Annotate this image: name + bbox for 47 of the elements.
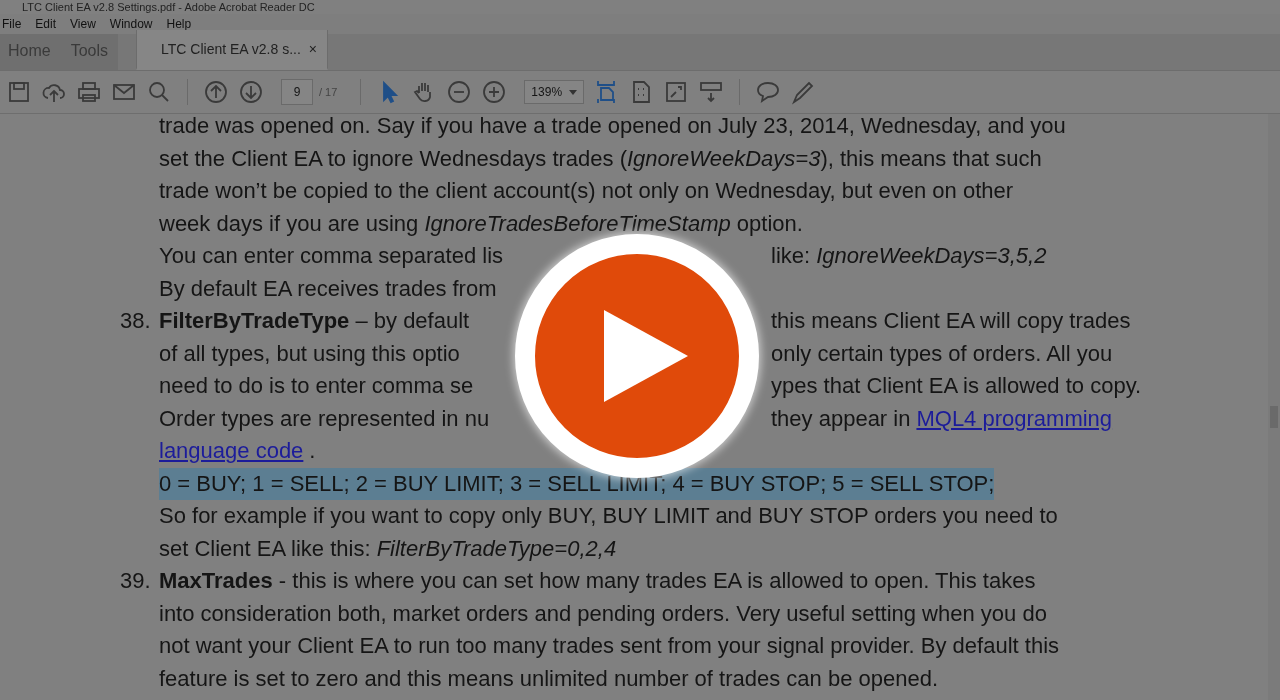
menu-item[interactable]: Help (166, 17, 192, 31)
arrow-down-circle-icon[interactable] (238, 79, 264, 105)
save-icon[interactable] (6, 79, 32, 105)
arrow-up-circle-icon[interactable] (203, 79, 229, 105)
text-line: into consideration both, market orders and pending orders. Very useful setting when you do (159, 599, 1047, 628)
text-line: like: IgnoreWeekDays=3,5,2 (771, 242, 1047, 270)
zoom-dropdown[interactable]: 139% (524, 80, 585, 104)
caret-icon (569, 89, 578, 95)
text-line: set Client EA like this: FilterByTradeType=0,2,4 (159, 534, 617, 563)
link[interactable]: language code (159, 435, 304, 468)
menu-item[interactable]: View (70, 17, 96, 31)
text-line: FilterByTradeType – by default (159, 307, 470, 335)
text-line: of all types, but using this optio (159, 339, 460, 368)
text-line: You can enter comma separated lis (159, 242, 504, 270)
text-line: set the Client EA to ignore Wednesdays trades (IgnoreWeekDays=3), this means that such (159, 144, 1042, 173)
text-line: they appear in (771, 404, 911, 433)
menu-item[interactable]: Window (109, 17, 153, 31)
menu-item[interactable]: File (2, 17, 22, 31)
zoom-in-icon[interactable] (481, 79, 508, 105)
text-line: MaxTrades - this is where you can set how many trades EA is allowed to open. This takes (159, 567, 1036, 595)
tab[interactable]: LTC Client EA v2.8 s... × (136, 30, 329, 70)
text-line: By default EA receives trades from (159, 274, 497, 303)
text-line: ypes that Client EA is allowed to copy. (771, 372, 1142, 400)
text-line: need to do is to enter comma se (159, 372, 474, 400)
keyboard-icon[interactable] (698, 79, 725, 105)
text-line: Order types are represented in nu (159, 404, 490, 433)
menu-item[interactable]: Edit (35, 17, 57, 31)
link[interactable]: MQL4 programming (916, 402, 1113, 435)
text-line: only certain types of orders. All you (771, 339, 1113, 368)
highlighted-text: 0 = BUY; 1 = SELL; 2 = BUY LIMIT; 3 = SELL LIMIT; 4 = BUY STOP; 5 = SELL STOP; (159, 469, 995, 498)
text-line: trade won’t be copied to the client account(s) not only on Wednesday, but even on other (159, 177, 1014, 205)
text-line: So for example if you want to copy only BUY, BUY LIMIT and BUY STOP orders you need to (159, 502, 1058, 530)
print-icon[interactable] (76, 79, 102, 105)
page-number-field[interactable]: 9 (281, 79, 313, 105)
page-count: / 17 (319, 86, 338, 98)
text-line: week days if you are using IgnoreTradesBeforeTimeStamp option. (159, 209, 803, 238)
window-title: LTC Client EA v2.8 Settings.pdf - Adobe Acrobat Reader DC (22, 1, 315, 13)
list-number: 39. (120, 567, 152, 595)
text-line: not want your Client EA to run too many trades sent from your signal provider. By default this (159, 632, 1059, 660)
text-line: feature is set to zero and this means unlimited number of trades can be opened. (159, 664, 938, 693)
zoom-out-icon[interactable] (446, 79, 473, 105)
speech-bubble-icon[interactable] (755, 79, 782, 105)
text-line: . (309, 437, 316, 465)
text-line: this means Client EA will copy trades (771, 307, 1131, 335)
text-line: trade was opened on. Say if you have a trade opened on July 23, 2014, Wednesday, and you (159, 114, 1066, 140)
close-tab-button[interactable]: × (308, 32, 318, 66)
list-number: 38. (120, 307, 152, 335)
